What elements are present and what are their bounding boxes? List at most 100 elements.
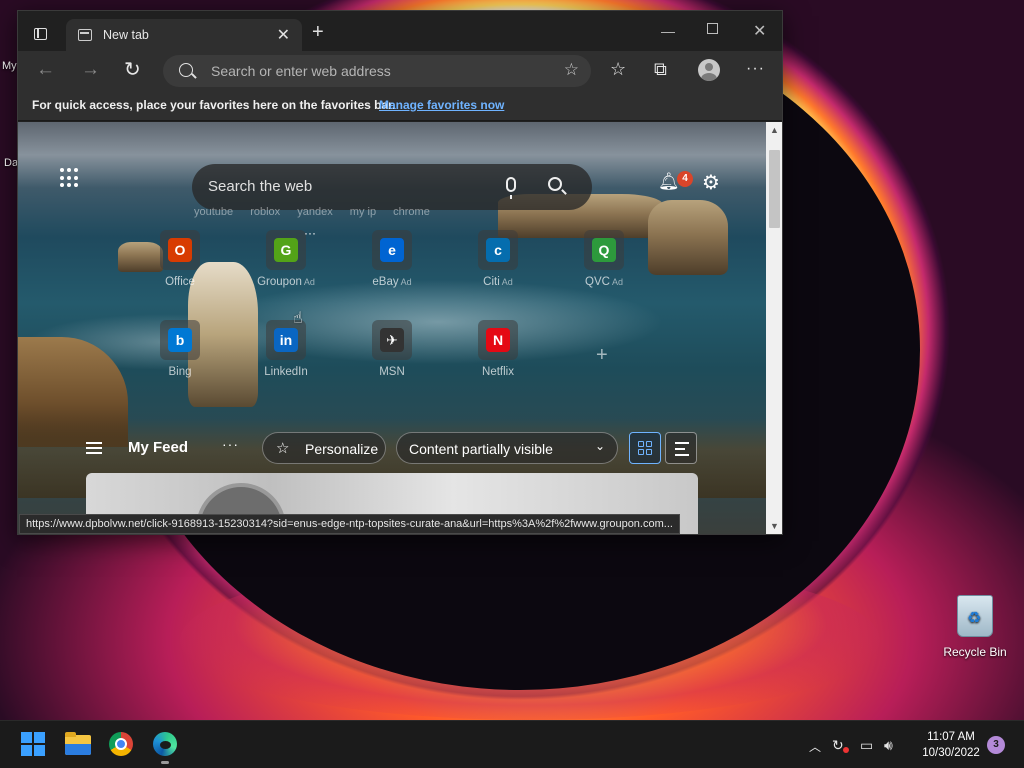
tab-close-button[interactable]: ✕	[277, 25, 290, 45]
ad-label: Ad	[501, 277, 513, 287]
tile-label: Groupon	[257, 276, 302, 288]
notification-count-badge[interactable]: 3	[987, 736, 1005, 754]
status-url-bubble: https://www.dpbolvw.net/click-9168913-15…	[19, 514, 680, 534]
top-site-tile[interactable]: O Office	[144, 230, 216, 300]
linkedin-icon: in	[274, 328, 298, 352]
top-site-tile[interactable]: e eBay Ad	[356, 230, 428, 300]
scroll-up-icon[interactable]: ▲	[770, 125, 779, 135]
gear-icon[interactable]: ⚙	[702, 173, 720, 193]
tab-actions-button[interactable]	[26, 23, 56, 45]
search-icon	[179, 63, 193, 77]
bell-icon[interactable]: 🔔︎	[658, 173, 680, 190]
title-bar: New tab ✕ + — ✕	[18, 11, 782, 51]
sync-icon[interactable]: ↻	[832, 737, 849, 754]
quick-link[interactable]: youtube	[194, 206, 233, 218]
groupon-icon: G	[274, 238, 298, 262]
personalize-button[interactable]: ☆ Personalize	[262, 432, 386, 464]
ebay-icon: e	[380, 238, 404, 262]
top-site-tile[interactable]: ✈ MSN	[356, 320, 428, 390]
recycle-bin-label: Recycle Bin	[943, 645, 1007, 659]
new-tab-page: Search the web youtube roblox yandex my …	[18, 122, 766, 534]
top-site-tile[interactable]: c Citi Ad	[462, 230, 534, 300]
personalize-icon: ☆	[276, 440, 290, 457]
feed-toolbar: My Feed ··· ☆ Personalize Content partia…	[18, 428, 766, 468]
forward-button[interactable]: →	[81, 59, 100, 81]
taskbar: ︿ ↻ ▭ 🔊︎ 11:07 AM 10/30/2022 3	[0, 720, 1024, 768]
quick-link[interactable]: roblox	[250, 206, 280, 218]
edge-browser-window: New tab ✕ + — ✕ ← → ↻ Search or enter we…	[17, 10, 783, 535]
scrollbar-thumb[interactable]	[769, 150, 780, 228]
tile-label: Bing	[168, 366, 192, 378]
add-site-button[interactable]: +	[596, 344, 608, 367]
maximize-button[interactable]	[707, 21, 718, 37]
app-launcher-icon[interactable]	[60, 168, 80, 188]
edge-icon[interactable]	[152, 731, 180, 764]
quick-links: youtube roblox yandex my ip chrome	[194, 206, 444, 218]
tab-new-tab[interactable]: New tab ✕	[66, 19, 302, 51]
qvc-icon: Q	[592, 238, 616, 262]
ad-label: Ad	[303, 277, 315, 287]
top-site-tile[interactable]: b Bing	[144, 320, 216, 390]
network-icon[interactable]: ▭	[860, 737, 873, 754]
tile-label: Office	[165, 276, 195, 288]
tile-label: Citi	[483, 276, 500, 288]
list-view-button[interactable]	[665, 432, 697, 464]
scroll-down-icon[interactable]: ▼	[770, 521, 779, 531]
address-placeholder: Search or enter web address	[211, 63, 391, 79]
tile-label: LinkedIn	[264, 366, 308, 378]
chrome-icon[interactable]	[108, 731, 136, 759]
bing-icon: b	[168, 328, 192, 352]
ad-label: Ad	[400, 277, 412, 287]
feed-more-icon[interactable]: ···	[222, 436, 239, 452]
address-bar[interactable]: Search or enter web address ☆	[163, 55, 591, 87]
feed-menu-icon[interactable]	[86, 442, 102, 454]
quick-link[interactable]: chrome	[393, 206, 430, 218]
tile-more-icon[interactable]: ···	[304, 226, 316, 240]
desktop-icon-label-clipped-2[interactable]: Da	[4, 157, 18, 169]
toolbar: ← → ↻ Search or enter web address ☆ ☆ ⧉ …	[18, 51, 782, 91]
content-visibility-dropdown[interactable]: Content partially visible ⌄	[396, 432, 618, 464]
top-site-tile[interactable]: G ··· Groupon Ad	[250, 226, 322, 300]
quick-link[interactable]: yandex	[297, 206, 332, 218]
settings-and-more-button[interactable]: ···	[746, 60, 765, 78]
clock[interactable]: 11:07 AM 10/30/2022	[916, 729, 986, 761]
clock-date: 10/30/2022	[922, 747, 980, 759]
tile-label: MSN	[379, 366, 405, 378]
microphone-icon[interactable]	[506, 177, 516, 199]
web-search-box[interactable]: Search the web	[192, 164, 592, 210]
new-tab-button[interactable]: +	[312, 22, 324, 42]
favorites-bar: For quick access, place your favorites h…	[18, 91, 782, 121]
recycle-bin-icon: ♻	[957, 595, 993, 637]
close-window-button[interactable]: ✕	[753, 21, 766, 41]
msn-icon: ✈	[380, 328, 404, 352]
notification-badge: 4	[677, 171, 693, 187]
my-feed-tab[interactable]: My Feed	[128, 439, 188, 456]
top-site-tile[interactable]: N Netflix	[462, 320, 534, 390]
office-icon: O	[168, 238, 192, 262]
refresh-button[interactable]: ↻	[124, 59, 141, 81]
back-button[interactable]: ←	[36, 59, 55, 81]
volume-icon[interactable]: 🔊︎	[884, 737, 893, 754]
start-button[interactable]	[20, 731, 48, 759]
manage-favorites-link[interactable]: Manage favorites now	[379, 98, 504, 112]
file-explorer-icon[interactable]	[64, 731, 92, 759]
minimize-button[interactable]: —	[661, 23, 675, 39]
desktop-icon-label-clipped-1[interactable]: My	[2, 60, 17, 72]
add-favorite-icon[interactable]: ☆	[564, 60, 579, 80]
show-hidden-icons-button[interactable]: ︿	[809, 738, 821, 755]
top-site-tile[interactable]: in LinkedIn	[250, 320, 322, 390]
favorites-button[interactable]: ☆	[610, 59, 626, 80]
grid-icon	[638, 441, 652, 455]
quick-link[interactable]: my ip	[350, 206, 376, 218]
web-search-placeholder: Search the web	[208, 178, 313, 195]
profile-avatar[interactable]	[698, 59, 720, 81]
top-site-tile[interactable]: Q QVC Ad	[568, 230, 640, 300]
citi-icon: c	[486, 238, 510, 262]
hand-cursor-icon: ☝	[293, 310, 303, 327]
search-icon[interactable]	[548, 177, 562, 191]
tab-title: New tab	[103, 28, 149, 42]
page-scrollbar[interactable]: ▲ ▼	[766, 122, 782, 534]
collections-button[interactable]: ⧉	[654, 59, 667, 80]
grid-view-button[interactable]	[629, 432, 661, 464]
recycle-bin[interactable]: ♻ Recycle Bin	[940, 595, 1010, 659]
